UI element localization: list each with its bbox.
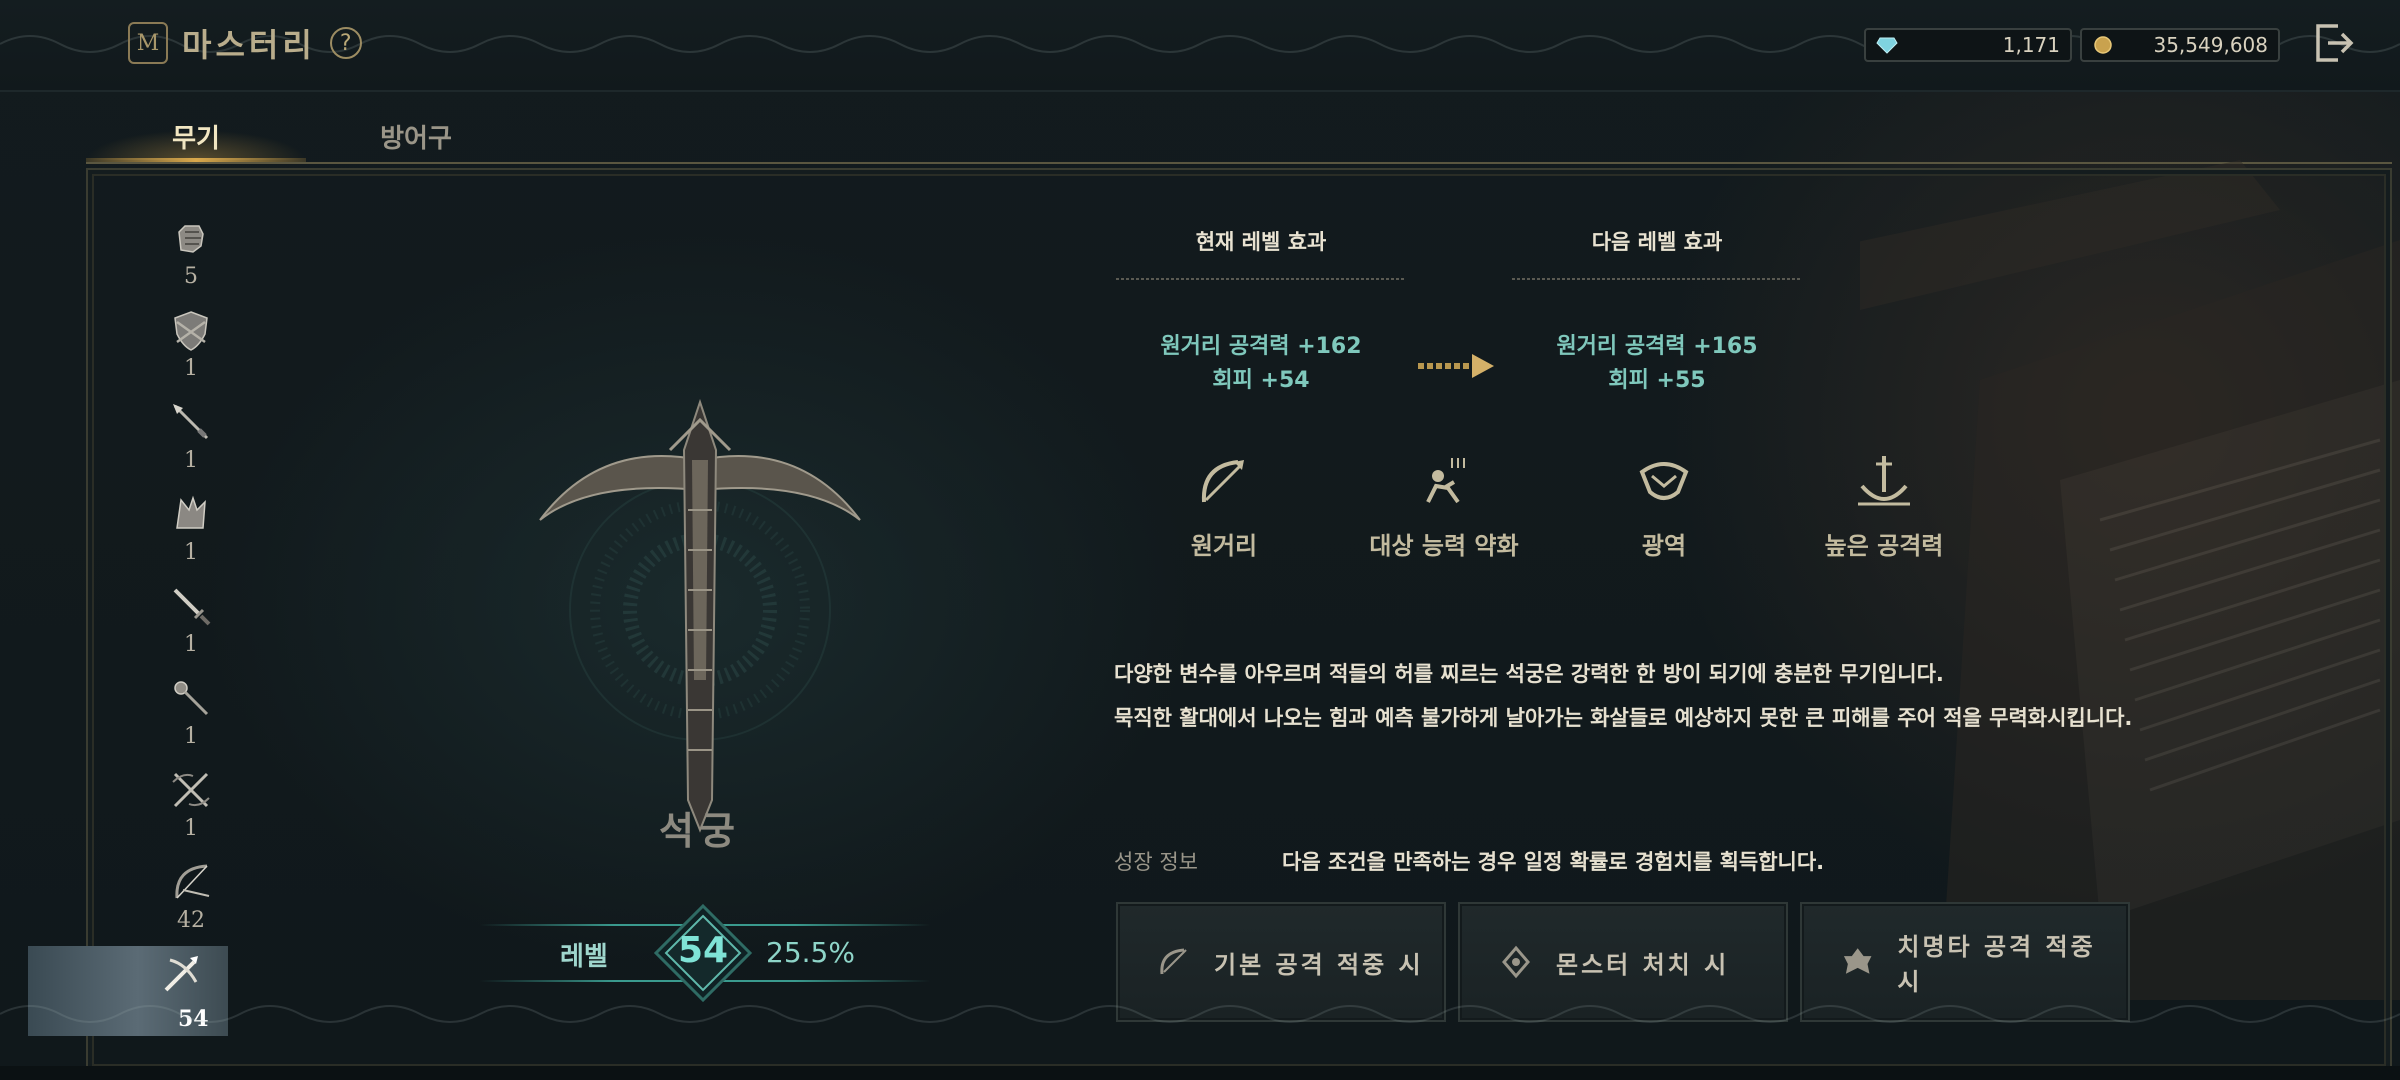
exit-icon[interactable] [2312, 20, 2356, 66]
arrow-right-icon [1418, 354, 1494, 378]
shield-icon [174, 311, 208, 351]
critical-hit-icon [1843, 948, 1872, 974]
growth-info-text: 다음 조건을 만족하는 경우 일정 확률로 경험치를 획득합니다. [1282, 850, 1825, 874]
staff-icon [174, 681, 209, 716]
weapon-description-line: 다양한 변수를 아우르며 적들의 허를 찌르는 석궁은 강력한 한 방이 되기에… [1114, 662, 1944, 686]
bow-icon [175, 864, 210, 899]
sidebar-item-staff[interactable]: 1 [158, 676, 224, 766]
bottom-strip [0, 1066, 2400, 1080]
current-level-heading: 현재 레벨 효과 [1195, 230, 1327, 254]
level-label: 레벨 [560, 942, 608, 972]
crossbow-illustration [539, 398, 861, 833]
diamond-icon [1876, 37, 1898, 54]
sidebar-item-bow[interactable]: 42 [158, 860, 224, 950]
debuff-icon [1426, 458, 1465, 504]
trait-label: 높은 공격력 [1824, 532, 1944, 560]
sidebar-item-count: 1 [184, 356, 198, 381]
heading-rule [1512, 278, 1802, 280]
condition-label: 몬스터 처치 시 [1556, 950, 1730, 979]
tab-weapon[interactable]: 무기 [86, 108, 306, 164]
trait-label: 광역 [1641, 532, 1687, 560]
growth-info-label: 성장 정보 [1114, 850, 1198, 874]
high-attack-icon [1858, 456, 1910, 506]
sidebar-item-dual-crossbow[interactable]: 1 [158, 768, 224, 858]
next-effect-line: 회피 +55 [1608, 368, 1706, 393]
gold-amount: 35,549,608 [2153, 33, 2268, 57]
current-effect-line: 원거리 공격력 +162 [1160, 334, 1362, 359]
level-value: 54 [677, 930, 729, 971]
sidebar-item-spear[interactable]: 1 [158, 400, 224, 490]
tab-armor[interactable]: 방어구 [306, 108, 526, 164]
heading-rule [1116, 278, 1406, 280]
trait-ranged: 원거리 [1114, 452, 1334, 561]
monster-kill-icon [1502, 945, 1530, 979]
trait-debuff: 대상 능력 약화 [1334, 452, 1554, 561]
help-icon[interactable]: ? [329, 27, 362, 59]
page-title: 마스터리 [182, 26, 316, 64]
diamond-currency[interactable]: 1,171 [1864, 28, 2072, 62]
ranged-icon [1201, 460, 1244, 503]
sidebar-item-shield[interactable]: 1 [158, 308, 224, 398]
trait-high-attack: 높은 공격력 [1774, 452, 1994, 561]
sidebar-item-sword[interactable]: 1 [158, 584, 224, 674]
condition-label: 기본 공격 적중 시 [1214, 950, 1424, 979]
spear-icon [173, 404, 209, 440]
dual-crossbow-icon [172, 772, 210, 808]
next-effect-line: 원거리 공격력 +165 [1556, 334, 1758, 359]
crossbow-icon [164, 956, 198, 992]
claw-icon [176, 495, 206, 529]
trait-label: 대상 능력 약화 [1369, 532, 1519, 560]
basic-attack-icon [1160, 948, 1187, 975]
gold-coin-icon [2094, 36, 2112, 54]
diamond-amount: 1,171 [2002, 33, 2060, 57]
mastery-emblem-icon: M [128, 22, 168, 64]
weapon-name: 석궁 [659, 809, 741, 853]
sword-icon [173, 588, 211, 626]
sidebar-item-gauntlet[interactable]: 5 [158, 216, 224, 306]
sidebar-item-count: 5 [184, 264, 198, 289]
title-group: M 마스터리 ? [128, 20, 362, 66]
sidebar-item-claw[interactable]: 1 [158, 492, 224, 582]
sidebar-item-count: 1 [184, 632, 198, 657]
level-progress: 25.5% [766, 936, 855, 969]
current-effect-line: 회피 +54 [1212, 368, 1310, 393]
sidebar-item-count: 1 [184, 448, 198, 473]
gauntlet-icon [178, 225, 204, 253]
trait-area: 광역 [1554, 452, 1774, 561]
ornament-pattern [0, 1005, 2400, 1023]
sidebar-item-count: 42 [177, 908, 205, 933]
mastery-screen: M 마스터리 ? 1,171 35,549,608 무기 방어구 5 1 1 1… [0, 0, 2400, 1080]
sidebar-item-count: 1 [184, 724, 198, 749]
condition-label: 치명타 공격 적중 시 [1897, 933, 2096, 996]
weapon-description-line: 묵직한 활대에서 나오는 힘과 예측 불가하게 날아가는 화살들로 예상하지 못… [1114, 706, 2133, 730]
gold-currency[interactable]: 35,549,608 [2080, 28, 2280, 62]
next-level-heading: 다음 레벨 효과 [1591, 230, 1723, 254]
sidebar-item-count: 1 [184, 540, 198, 565]
sidebar-item-count: 1 [184, 816, 198, 841]
area-icon [1639, 462, 1689, 500]
trait-label: 원거리 [1190, 532, 1258, 560]
